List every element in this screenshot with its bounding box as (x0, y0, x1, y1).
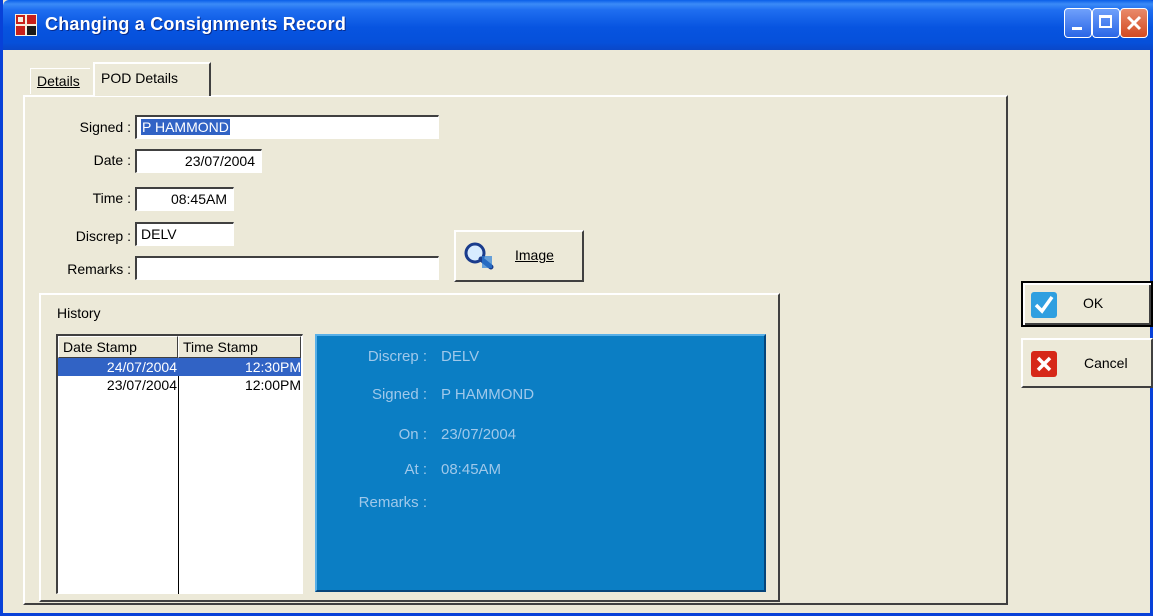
time-value: 08:45AM (170, 191, 227, 207)
cancel-button[interactable]: Cancel (1021, 338, 1153, 388)
signed-value: P HAMMOND (141, 119, 230, 135)
detail-remarks-label: Remarks : (358, 494, 427, 511)
column-header-time-stamp[interactable]: Time Stamp (178, 336, 301, 358)
discrep-label: Discrep : (75, 228, 131, 244)
history-row-time: 12:00PM (244, 377, 301, 393)
signed-label: Signed : (79, 119, 131, 135)
detail-discrep-value: DELV (441, 348, 480, 365)
history-row-time: 12:30PM (244, 359, 301, 375)
history-detail-panel: Discrep : DELV Signed : P HAMMOND On : 2… (315, 334, 766, 592)
remarks-input[interactable] (135, 256, 439, 280)
tab-details[interactable]: Details (30, 68, 90, 94)
maximize-button[interactable] (1092, 8, 1120, 38)
history-row-date: 23/07/2004 (106, 377, 177, 393)
tab-pod-details-label: POD Details (101, 70, 179, 86)
time-label: Time : (92, 190, 131, 206)
date-label: Date : (93, 152, 131, 168)
detail-signed-label: Signed : (371, 386, 427, 403)
detail-discrep-label: Discrep : (367, 348, 427, 365)
remarks-label: Remarks : (67, 261, 131, 277)
ok-button-label: OK (1083, 295, 1104, 311)
close-button[interactable] (1120, 8, 1148, 38)
history-row-date: 24/07/2004 (106, 359, 177, 375)
column-header-date-stamp[interactable]: Date Stamp (58, 336, 178, 358)
detail-on-value: 23/07/2004 (441, 426, 517, 443)
image-button[interactable]: Image (454, 230, 584, 282)
cancel-button-label: Cancel (1084, 355, 1128, 371)
ok-button[interactable]: OK (1021, 281, 1153, 327)
tab-pod-details[interactable]: POD Details (93, 62, 211, 96)
checkmark-icon (1031, 292, 1057, 318)
detail-on-label: On : (398, 426, 427, 443)
discrep-input[interactable]: DELV (135, 222, 234, 246)
time-input[interactable]: 08:45AM (135, 187, 234, 211)
date-value: 23/07/2004 (184, 153, 255, 169)
history-title: History (57, 305, 101, 321)
x-icon (1031, 351, 1057, 377)
close-icon (1126, 15, 1142, 31)
minimize-button[interactable] (1064, 8, 1092, 38)
column-header-date-label: Date Stamp (63, 339, 137, 355)
history-row[interactable]: 23/07/2004 12:00PM (58, 376, 301, 394)
detail-at-value: 08:45AM (441, 461, 502, 478)
dialog-window: Changing a Consignments Record Details P… (0, 0, 1153, 616)
history-list[interactable]: Date Stamp Time Stamp 24/07/2004 12:30PM… (56, 334, 303, 594)
window-title: Changing a Consignments Record (45, 14, 347, 34)
history-row[interactable]: 24/07/2004 12:30PM (58, 358, 301, 376)
signed-input[interactable]: P HAMMOND (135, 115, 439, 139)
detail-signed-value: P HAMMOND (441, 386, 535, 403)
detail-at-label: At : (404, 461, 427, 478)
tab-details-label: Details (37, 73, 80, 89)
discrep-value: DELV (141, 226, 177, 242)
column-header-time-label: Time Stamp (183, 339, 258, 355)
date-input[interactable]: 23/07/2004 (135, 149, 262, 173)
title-bar[interactable]: Changing a Consignments Record (3, 0, 1153, 50)
app-icon (15, 14, 37, 36)
magnifier-icon (464, 242, 494, 270)
image-button-label: Image (515, 247, 554, 263)
